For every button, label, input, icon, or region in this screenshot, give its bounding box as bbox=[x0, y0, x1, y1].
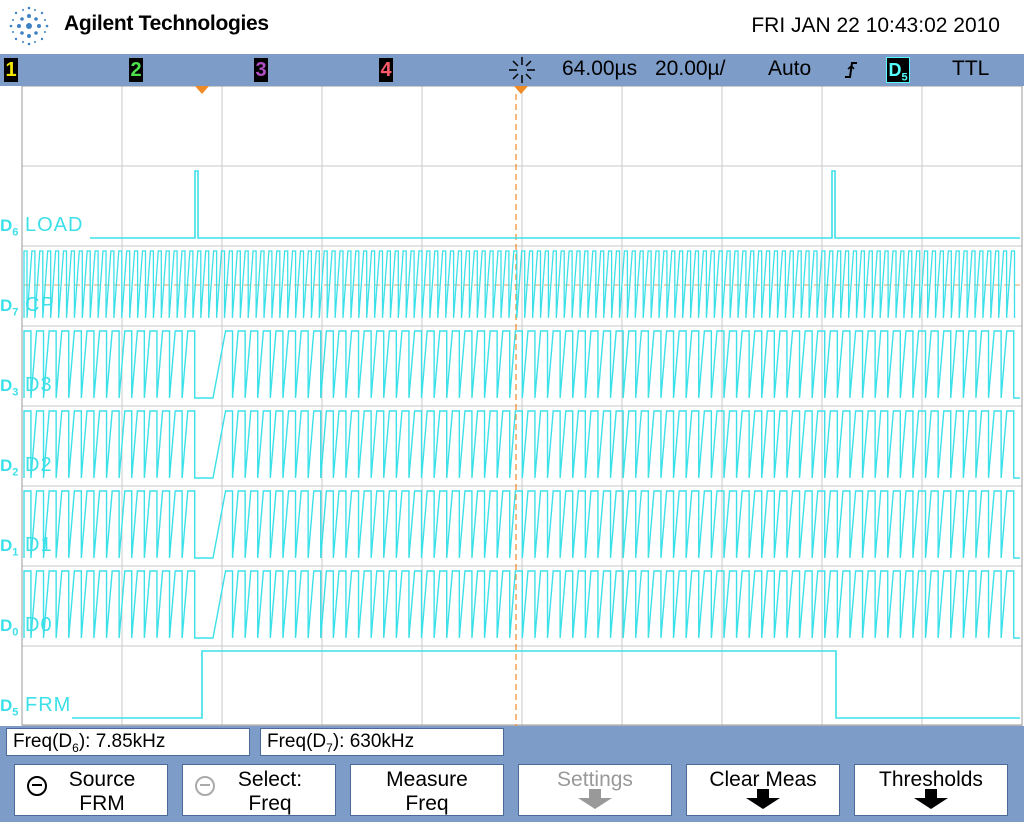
channel-label-d3: D3 bbox=[0, 376, 19, 399]
time-reference-icon bbox=[514, 86, 528, 94]
trace-load bbox=[90, 170, 1020, 239]
waveform-display: D6 LOAD D7 CP D3 D3 D2 D2 D1 D1 D0 D0 D5 FRM bbox=[0, 86, 1024, 726]
trace-d0 bbox=[23, 570, 1020, 639]
datetime: FRI JAN 22 10:43:02 2010 bbox=[751, 14, 1000, 37]
trigger-position-icon bbox=[509, 57, 535, 83]
trace-name-cp: CP bbox=[25, 294, 55, 316]
down-arrow-icon bbox=[914, 789, 948, 809]
channel-label-d2: D2 bbox=[0, 456, 19, 479]
trigger-point-icon bbox=[195, 86, 209, 94]
settings-softkey[interactable]: Settings bbox=[518, 764, 672, 816]
measurement-freq-d6[interactable]: Freq(D6): 7.85kHz bbox=[6, 728, 250, 756]
channel-label-d5: D5 bbox=[0, 696, 19, 719]
trace-name-d3: D3 bbox=[25, 374, 53, 396]
trace-d1 bbox=[23, 490, 1020, 559]
source-softkey[interactable]: Source FRM bbox=[14, 764, 168, 816]
trace-name-d2: D2 bbox=[25, 454, 53, 476]
knob-icon bbox=[27, 776, 47, 796]
trace-frm bbox=[72, 650, 1020, 719]
measurement-bar: Freq(D6): 7.85kHz Freq(D7): 630kHz bbox=[0, 726, 1024, 760]
threshold-readout: TTL bbox=[952, 57, 990, 80]
channel-label-d1: D1 bbox=[0, 536, 19, 559]
channel-2-indicator[interactable]: 2 bbox=[129, 58, 143, 82]
trace-d2 bbox=[23, 410, 1020, 479]
channel-3-indicator[interactable]: 3 bbox=[254, 58, 268, 82]
measurement-freq-d7[interactable]: Freq(D7): 630kHz bbox=[260, 728, 504, 756]
agilent-logo-icon bbox=[9, 6, 49, 46]
trace-name-load: LOAD bbox=[25, 214, 84, 236]
knob-icon bbox=[195, 776, 215, 796]
channel-label-d7: D7 bbox=[0, 296, 19, 319]
trace-name-d1: D1 bbox=[25, 534, 53, 556]
softkey-label: Measure bbox=[386, 768, 468, 791]
channel-1-indicator[interactable]: 1 bbox=[4, 58, 18, 82]
status-bar: 1 2 3 4 64.00µs 20.00µ/ Auto D5 TTL bbox=[0, 54, 1024, 86]
brand-name: Agilent Technologies bbox=[64, 12, 269, 35]
clear-meas-softkey[interactable]: Clear Meas bbox=[686, 764, 840, 816]
channel-label-d6: D6 bbox=[0, 216, 19, 239]
timebase-readout: 20.00µ/ bbox=[655, 57, 726, 80]
waveform-canvas bbox=[21, 86, 1023, 726]
trace-name-frm: FRM bbox=[25, 694, 72, 716]
channel-label-d0: D0 bbox=[0, 616, 19, 639]
rising-edge-icon bbox=[845, 62, 857, 78]
header: Agilent Technologies FRI JAN 22 10:43:02… bbox=[0, 0, 1024, 54]
down-arrow-icon bbox=[746, 789, 780, 809]
softkey-bar: Source FRM Select: Freq Measure Freq Set… bbox=[0, 760, 1024, 822]
select-softkey[interactable]: Select: Freq bbox=[182, 764, 336, 816]
trace-d3 bbox=[23, 330, 1020, 399]
delay-readout: 64.00µs bbox=[562, 57, 638, 80]
trace-name-d0: D0 bbox=[25, 614, 53, 636]
trigger-source-badge: D5 bbox=[886, 57, 910, 84]
channel-4-indicator[interactable]: 4 bbox=[379, 58, 393, 82]
softkey-value: Freq bbox=[405, 792, 449, 815]
thresholds-softkey[interactable]: Thresholds bbox=[854, 764, 1008, 816]
trigger-mode: Auto bbox=[768, 57, 812, 80]
down-arrow-icon bbox=[578, 789, 612, 809]
measure-softkey[interactable]: Measure Freq bbox=[350, 764, 504, 816]
